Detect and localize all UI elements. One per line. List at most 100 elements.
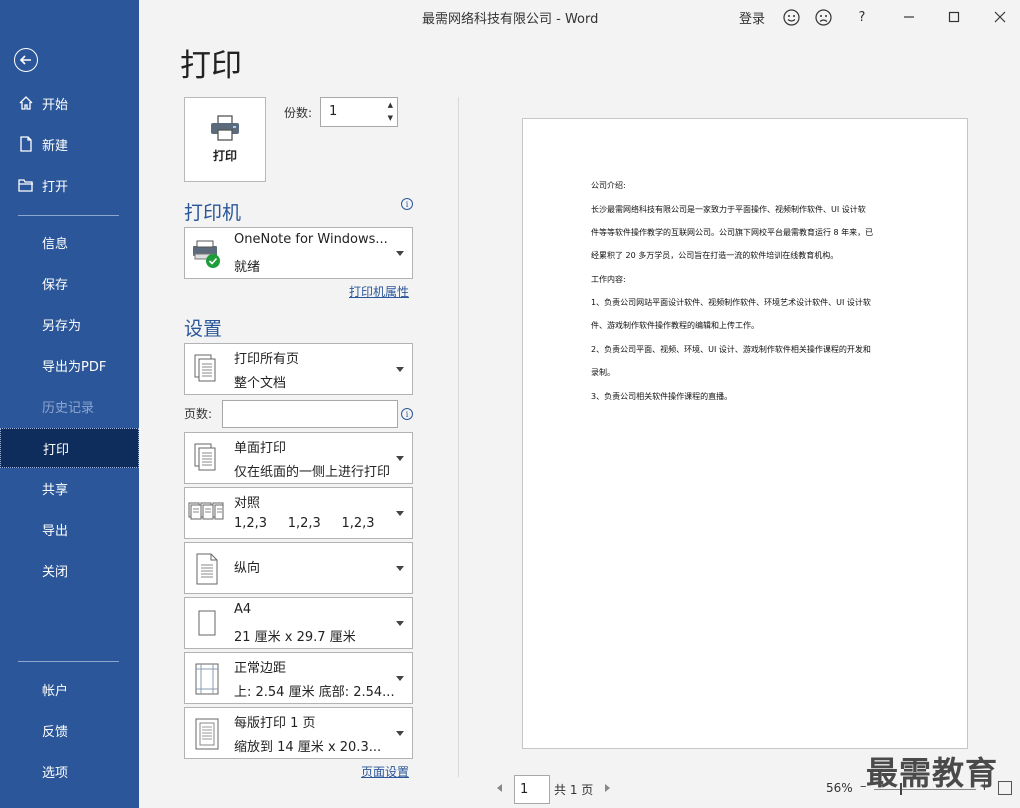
print-button[interactable]: 打印	[184, 97, 266, 182]
preview-line: 公司介绍:	[591, 181, 626, 190]
sidebar-item-label: 帐户	[42, 683, 69, 699]
decrement-arrow-icon[interactable]: ▼	[388, 114, 393, 122]
zoom-level[interactable]: 56%	[826, 781, 853, 795]
orientation-dropdown[interactable]: 纵向	[184, 542, 413, 594]
pages-input[interactable]	[222, 400, 398, 428]
pages-per-sheet-icon	[195, 718, 219, 750]
printer-section-title: 打印机	[184, 202, 242, 224]
zoom-to-page-icon[interactable]	[998, 781, 1012, 795]
sidebar-item-label: 新建	[42, 138, 69, 154]
next-page-icon[interactable]	[605, 784, 610, 792]
print-range-main: 打印所有页	[234, 352, 300, 367]
pages-per-sheet-dropdown[interactable]: 每版打印 1 页 缩放到 14 厘米 x 20.3...	[184, 707, 413, 759]
sidebar-item-label: 信息	[42, 236, 69, 252]
increment-arrow-icon[interactable]: ▲	[388, 101, 393, 109]
back-arrow-icon[interactable]	[14, 48, 38, 72]
sidebar-item-export[interactable]: 导出	[0, 509, 139, 549]
chevron-down-icon	[396, 511, 404, 516]
sidebar-item-label: 导出	[42, 523, 69, 539]
sidebar-item-save-as[interactable]: 另存为	[0, 304, 139, 344]
page-title: 打印	[180, 48, 242, 84]
collated-icon	[188, 502, 224, 520]
copies-label: 份数:	[284, 106, 313, 120]
printer-name: OneNote for Windows...	[234, 232, 388, 247]
collate-dropdown[interactable]: 对照 1,2,3 1,2,3 1,2,3	[184, 487, 413, 539]
sidebar-item-new[interactable]: 新建	[0, 124, 139, 164]
sidebar-item-account[interactable]: 帐户	[0, 669, 139, 709]
chevron-down-icon	[396, 251, 404, 256]
sidebar-item-save[interactable]: 保存	[0, 263, 139, 303]
sidebar-item-label: 反馈	[42, 724, 69, 740]
chevron-down-icon	[396, 456, 404, 461]
paper-size-dropdown[interactable]: A4 21 厘米 x 29.7 厘米	[184, 597, 413, 649]
sidebar-item-label: 保存	[42, 277, 69, 293]
maximize-icon[interactable]	[944, 6, 964, 28]
margins-dropdown[interactable]: 正常边距 上: 2.54 厘米 底部: 2.54...	[184, 652, 413, 704]
previous-page-icon[interactable]	[497, 784, 502, 792]
sidebar-item-label: 导出为PDF	[42, 359, 107, 375]
document-title: 最需网络科技有限公司 - Word	[422, 12, 599, 27]
preview-line: 录制。	[591, 368, 615, 377]
sidebar-item-label: 另存为	[42, 318, 82, 334]
collate-sub: 1,2,3 1,2,3 1,2,3	[234, 516, 375, 531]
total-pages: 共 1 页	[554, 783, 594, 797]
sidebar-item-close[interactable]: 关闭	[0, 550, 139, 590]
preview-line: 件、游戏制作软件操作教程的编辑和上传工作。	[591, 321, 759, 330]
chevron-down-icon	[396, 731, 404, 736]
close-icon[interactable]	[990, 6, 1010, 28]
sidebar-item-home[interactable]: 开始	[0, 83, 139, 123]
current-page-input[interactable]: 1	[514, 775, 550, 804]
sidebar-item-history: 历史记录	[0, 386, 139, 426]
printer-status: 就绪	[234, 260, 261, 275]
sides-main: 单面打印	[234, 441, 287, 456]
sidebar-item-label: 开始	[42, 97, 69, 113]
printer-properties-link[interactable]: 打印机属性	[349, 283, 409, 300]
sidebar-item-options[interactable]: 选项	[0, 751, 139, 791]
margins-main: 正常边距	[234, 661, 287, 676]
sidebar-item-label: 打印	[43, 442, 70, 458]
help-icon[interactable]: ?	[855, 6, 869, 28]
sidebar-item-export-pdf[interactable]: 导出为PDF	[0, 345, 139, 385]
info-icon[interactable]: i	[401, 408, 413, 420]
smile-feedback-icon[interactable]	[781, 6, 801, 28]
paper-size-sub: 21 厘米 x 29.7 厘米	[234, 630, 356, 645]
sidebar-item-label: 共享	[42, 482, 69, 498]
print-range-dropdown[interactable]: 打印所有页 整个文档	[184, 343, 413, 395]
all-pages-icon	[194, 354, 216, 382]
minimize-icon[interactable]	[899, 6, 919, 28]
sidebar-item-info[interactable]: 信息	[0, 222, 139, 262]
preview-line: 经累积了 20 多万学员，公司旨在打造一流的软件培训在线教育机构。	[591, 251, 839, 260]
sidebar-item-label: 选项	[42, 765, 69, 781]
print-preview-page: 公司介绍: 长沙最需网络科技有限公司是一家致力于平面操作、视频制作软件、UI 设…	[522, 118, 968, 749]
sidebar-item-label: 历史记录	[42, 400, 95, 416]
sides-sub: 仅在纸面的一侧上进行打印	[234, 465, 391, 480]
pane-divider	[458, 97, 459, 777]
print-range-sub: 整个文档	[234, 376, 287, 391]
preview-line: 3、负责公司相关软件操作课程的直播。	[591, 392, 733, 401]
sidebar-item-print[interactable]: 打印	[0, 428, 139, 468]
sidebar-item-label: 关闭	[42, 564, 69, 580]
paper-size-main: A4	[234, 602, 252, 617]
portrait-icon	[196, 553, 218, 585]
chevron-down-icon	[396, 566, 404, 571]
sidebar-divider	[18, 661, 119, 662]
sidebar-item-feedback[interactable]: 反馈	[0, 710, 139, 750]
single-sided-icon	[194, 443, 216, 471]
preview-line: 工作内容:	[591, 275, 626, 284]
sidebar-item-open[interactable]: 打开	[0, 165, 139, 205]
margins-sub: 上: 2.54 厘米 底部: 2.54...	[234, 685, 395, 700]
printer-dropdown[interactable]: OneNote for Windows... 就绪	[184, 227, 413, 279]
sidebar-item-share[interactable]: 共享	[0, 468, 139, 508]
frown-feedback-icon[interactable]	[813, 6, 833, 28]
sign-in-link[interactable]: 登录	[739, 6, 765, 28]
open-folder-icon	[18, 179, 33, 192]
preview-line: 2、负责公司平面、视频、环境、UI 设计、游戏制作软件相关操作课程的开发和	[591, 345, 871, 354]
sides-dropdown[interactable]: 单面打印 仅在纸面的一侧上进行打印	[184, 432, 413, 484]
page-setup-link[interactable]: 页面设置	[361, 763, 409, 780]
copies-stepper[interactable]: 1 ▲ ▼	[320, 97, 398, 127]
pages-per-sheet-sub: 缩放到 14 厘米 x 20.3...	[234, 740, 382, 755]
settings-section-title: 设置	[184, 318, 223, 340]
new-document-icon	[20, 136, 32, 152]
collate-main: 对照	[234, 496, 261, 511]
info-icon[interactable]: i	[401, 198, 413, 210]
